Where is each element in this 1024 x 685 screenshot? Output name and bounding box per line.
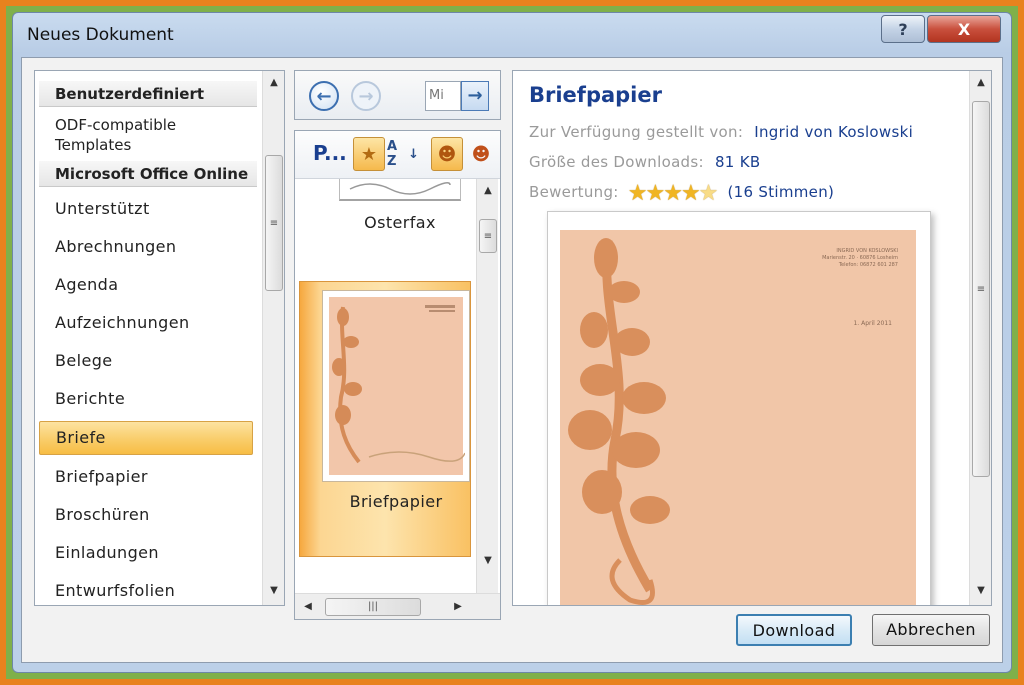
- category-item[interactable]: Entwurfsfolien: [39, 575, 253, 605]
- address-line: Telefon: 06872 601 287: [838, 262, 898, 268]
- template-thumbnail-briefpapier: [322, 290, 470, 482]
- star-icon: ★: [627, 181, 648, 206]
- star-icon: ★: [645, 181, 665, 206]
- template-gallery: P... ★ A Z ↓ ☻ ☻ Osterfax Briefpapier ▲ …: [294, 130, 501, 620]
- provided-by-label: Zur Verfügung gestellt von:: [529, 123, 744, 141]
- rating-stars[interactable]: ★★★★★: [627, 181, 719, 206]
- category-header-custom: Benutzerdefiniert: [39, 81, 257, 107]
- forward-button[interactable]: →: [351, 81, 381, 111]
- back-button[interactable]: ←: [309, 81, 339, 111]
- document-date: 1. April 2011: [853, 320, 892, 327]
- category-item-selected[interactable]: Briefe: [39, 421, 253, 455]
- category-item[interactable]: Broschüren: [39, 499, 253, 533]
- close-button[interactable]: X: [927, 15, 1001, 43]
- navigation-bar: ← → Mi →: [294, 70, 501, 120]
- sort-az-icon: A Z: [387, 139, 398, 169]
- document-address: INGRID VON KOSLOWSKI Marienstr. 20 · 608…: [822, 248, 898, 269]
- flower-illustration-icon: [568, 238, 670, 605]
- scroll-down-icon[interactable]: ▼: [477, 551, 499, 571]
- scroll-right-icon[interactable]: ▶: [447, 597, 469, 617]
- scroll-down-icon[interactable]: ▼: [263, 581, 284, 601]
- user-remove-icon: ☻: [471, 143, 491, 165]
- category-item[interactable]: Abrechnungen: [39, 231, 253, 265]
- template-item-selected[interactable]: Briefpapier: [299, 281, 471, 557]
- download-button[interactable]: Download: [736, 614, 852, 646]
- category-item[interactable]: Berichte: [39, 383, 253, 417]
- close-icon: X: [957, 19, 971, 39]
- preview-scrollbar[interactable]: ▲ ≡ ▼: [969, 71, 991, 605]
- category-scrollbar[interactable]: ▲ ≡ ▼: [262, 71, 284, 605]
- category-item[interactable]: Einladungen: [39, 537, 253, 571]
- provided-by-row: Zur Verfügung gestellt von: Ingrid von K…: [529, 123, 913, 141]
- category-list: Benutzerdefiniert ODF-compatible Templat…: [34, 70, 285, 606]
- star-icon: ★: [680, 181, 701, 206]
- preview-panel: Briefpapier Zur Verfügung gestellt von: …: [512, 70, 992, 606]
- author-filter-button[interactable]: ☻: [431, 137, 463, 171]
- sort-rating-button[interactable]: ★: [353, 137, 385, 171]
- document-page: INGRID VON KOSLOWSKI Marienstr. 20 · 608…: [560, 230, 916, 605]
- scroll-thumb[interactable]: ≡: [479, 219, 497, 253]
- author-remove-button[interactable]: ☻: [465, 137, 497, 171]
- scroll-up-icon[interactable]: ▲: [477, 181, 499, 201]
- template-label-briefpapier: Briefpapier: [349, 492, 443, 511]
- user-icon: ☻: [437, 143, 457, 165]
- search-input[interactable]: Mi: [425, 81, 461, 111]
- provided-by-link[interactable]: Ingrid von Koslowski: [754, 123, 913, 141]
- help-icon: ?: [898, 19, 908, 39]
- category-item[interactable]: Unterstützt: [39, 193, 253, 227]
- template-label-osterfax[interactable]: Osterfax: [335, 213, 465, 232]
- dialog-title: Neues Dokument: [27, 25, 174, 45]
- download-size-value: 81 KB: [714, 153, 761, 171]
- rating-row: Bewertung: ★★★★★ (16 Stimmen): [529, 181, 834, 206]
- category-item[interactable]: Aufzeichnungen: [39, 307, 253, 341]
- sort-alpha-button[interactable]: A Z ↓: [387, 137, 419, 171]
- category-item[interactable]: Belege: [39, 345, 253, 379]
- template-scrollbar[interactable]: ▲ ≡ ▼: [476, 179, 498, 593]
- scroll-up-icon[interactable]: ▲: [263, 73, 284, 93]
- scroll-down-icon[interactable]: ▼: [970, 581, 991, 601]
- template-toolbar-label: P...: [313, 141, 347, 165]
- title-bar: Neues Dokument ? X: [13, 13, 1011, 57]
- dialog-content: Benutzerdefiniert ODF-compatible Templat…: [21, 57, 1003, 663]
- template-toolbar: P... ★ A Z ↓ ☻ ☻: [295, 131, 500, 179]
- category-item[interactable]: Agenda: [39, 269, 253, 303]
- rating-label: Bewertung:: [529, 183, 619, 201]
- scroll-up-icon[interactable]: ▲: [970, 73, 991, 93]
- help-button[interactable]: ?: [881, 15, 925, 43]
- document-preview: INGRID VON KOSLOWSKI Marienstr. 20 · 608…: [547, 211, 931, 605]
- download-size-label: Größe des Downloads:: [529, 153, 704, 171]
- address-line: Marienstr. 20 · 60876 Losheim: [822, 255, 898, 261]
- arrow-right-icon: →: [358, 85, 374, 107]
- category-item[interactable]: Briefpapier: [39, 461, 253, 495]
- cancel-button[interactable]: Abbrechen: [872, 614, 990, 646]
- scroll-thumb[interactable]: ≡: [265, 155, 283, 291]
- flower-thumbnail-icon: [332, 305, 466, 464]
- category-item-odf[interactable]: ODF-compatible Templates: [55, 115, 255, 155]
- template-thumbnail-osterfax[interactable]: [339, 179, 461, 201]
- search-go-button[interactable]: →: [461, 81, 489, 111]
- star-half-icon: ★: [698, 181, 719, 206]
- scroll-thumb[interactable]: ≡: [972, 101, 990, 477]
- category-header-online: Microsoft Office Online: [39, 161, 257, 187]
- rating-votes: (16 Stimmen): [727, 183, 835, 201]
- download-size-row: Größe des Downloads: 81 KB: [529, 153, 760, 171]
- ornament-icon: [349, 182, 451, 195]
- template-hscrollbar[interactable]: ◀ ||| ▶: [295, 593, 500, 619]
- preview-title: Briefpapier: [529, 83, 662, 107]
- address-line: INGRID VON KOSLOWSKI: [836, 248, 898, 254]
- scroll-left-icon[interactable]: ◀: [297, 597, 319, 617]
- new-document-dialog: Neues Dokument ? X Benutzerdefiniert ODF…: [12, 12, 1012, 673]
- star-icon: ★: [663, 181, 683, 206]
- hscroll-thumb[interactable]: |||: [325, 598, 421, 616]
- star-sort-icon: ★: [360, 143, 378, 165]
- arrow-left-icon: ←: [316, 85, 332, 107]
